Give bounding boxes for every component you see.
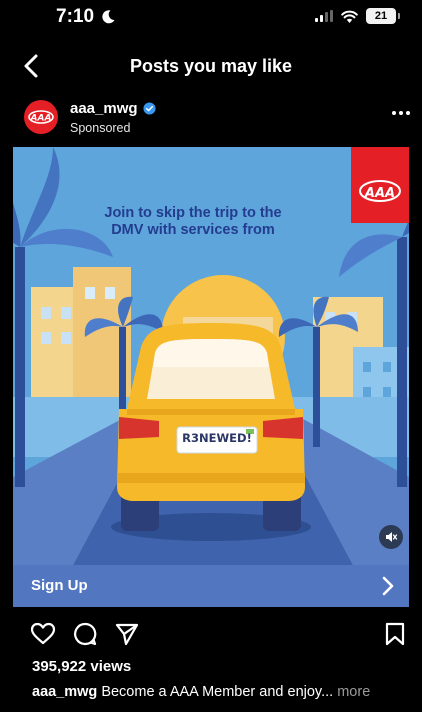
comment-icon[interactable]	[72, 621, 98, 647]
username-text[interactable]: aaa_mwg	[70, 100, 138, 117]
share-icon[interactable]	[114, 621, 140, 647]
caption-more-link[interactable]: more	[333, 684, 370, 700]
verified-icon	[143, 102, 156, 115]
svg-text:AAA: AAA	[364, 186, 395, 201]
aaa-logo-icon: AAA	[28, 110, 54, 124]
post-header: AAA aaa_mwg Sponsored	[0, 96, 422, 144]
caption-text: Become a AAA Member and enjoy...	[97, 684, 334, 700]
status-bar: 7:10 21	[0, 0, 422, 40]
post-username[interactable]: aaa_mwg	[70, 100, 156, 117]
bookmark-icon[interactable]	[382, 621, 408, 647]
status-time-text: 7:10	[56, 6, 95, 27]
view-count: 395,922 views	[32, 658, 132, 675]
signal-icon	[315, 10, 333, 22]
moon-icon	[102, 10, 115, 24]
nav-bar: Posts you may like	[0, 44, 422, 88]
mute-icon[interactable]	[379, 525, 403, 549]
chevron-right-icon[interactable]	[381, 576, 395, 596]
battery-level: 21	[374, 10, 388, 22]
heart-icon[interactable]	[30, 621, 56, 647]
ad-image[interactable]: AAA Join to skip the trip to the DMV wit…	[13, 147, 409, 565]
post-actions	[0, 619, 422, 649]
caption-username[interactable]: aaa_mwg	[32, 684, 97, 700]
status-indicators: 21	[315, 8, 400, 24]
sponsored-label: Sponsored	[70, 121, 131, 135]
status-time: 7:10	[56, 6, 116, 28]
avatar[interactable]: AAA	[24, 100, 58, 134]
sign-up-button[interactable]: Sign Up	[13, 565, 409, 607]
post-caption: aaa_mwg Become a AAA Member and enjoy...…	[32, 684, 370, 700]
battery-icon: 21	[366, 8, 400, 24]
license-plate-text: R3NEWED!	[182, 431, 252, 445]
more-icon[interactable]	[390, 108, 412, 118]
cta-label[interactable]: Sign Up	[31, 577, 88, 594]
svg-text:AAA: AAA	[30, 114, 52, 124]
page-title: Posts you may like	[129, 56, 293, 76]
ad-headline: Join to skip the trip to the DMV with se…	[104, 205, 282, 238]
wifi-icon	[341, 10, 358, 23]
